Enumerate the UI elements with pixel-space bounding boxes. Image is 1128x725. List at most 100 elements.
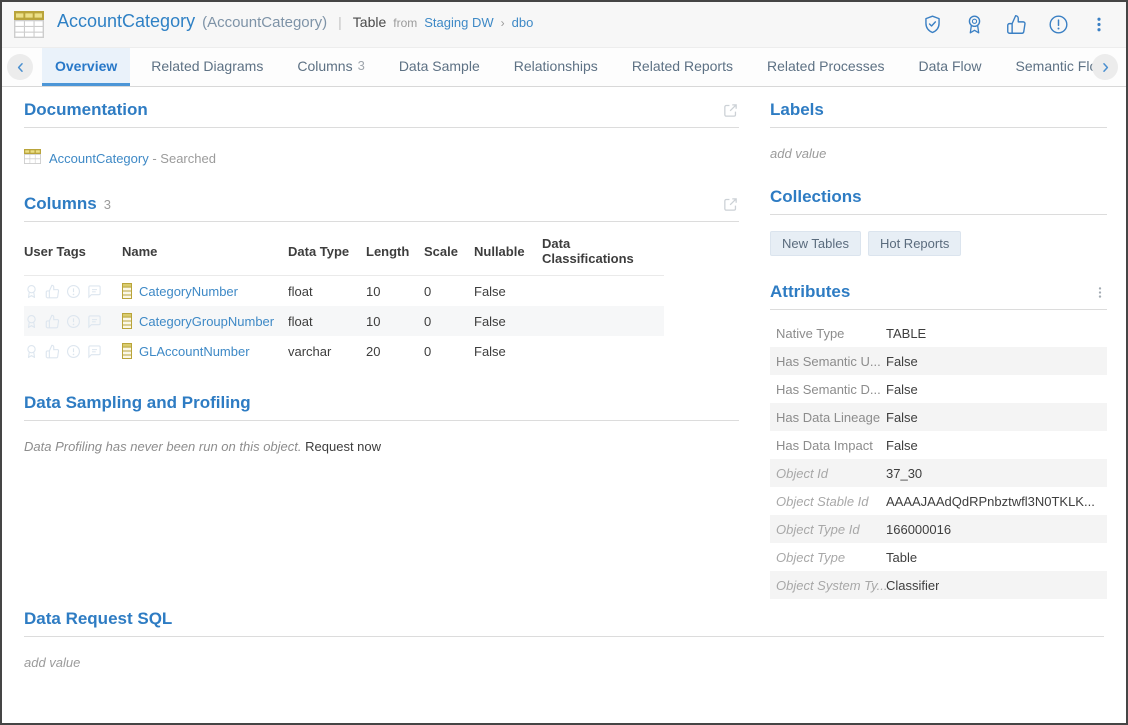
award-icon[interactable] xyxy=(962,12,987,37)
labels-add-value[interactable]: add value xyxy=(770,146,1107,161)
tab-label: Columns xyxy=(297,58,352,74)
alert-circle-icon[interactable] xyxy=(66,284,81,299)
attribute-row: Object Type Table xyxy=(770,543,1107,571)
cell-data-type: varchar xyxy=(288,344,366,359)
data-request-sql-section: Data Request SQL add value xyxy=(24,609,1104,670)
attribute-value: False xyxy=(886,438,918,453)
award-icon[interactable] xyxy=(24,314,39,329)
tab-label: Relationships xyxy=(514,58,598,74)
profiling-section: Data Sampling and Profiling Data Profili… xyxy=(24,393,739,454)
collection-chip-new-tables[interactable]: New Tables xyxy=(770,231,861,256)
documentation-item-suffix: - Searched xyxy=(152,151,216,166)
documentation-section: Documentation xyxy=(24,100,739,167)
kebab-menu-icon[interactable] xyxy=(1093,284,1107,301)
breadcrumb-separator: › xyxy=(501,16,505,30)
attribute-row: Object System Ty... Classifier xyxy=(770,571,1107,599)
column-header-scale: Scale xyxy=(424,244,474,259)
section-divider xyxy=(24,420,739,421)
object-header: AccountCategory (AccountCategory) | Tabl… xyxy=(2,2,1126,48)
collections-heading: Collections xyxy=(770,187,862,207)
attribute-label: Has Semantic U... xyxy=(776,354,886,369)
profiling-message: Data Profiling has never been run on thi… xyxy=(24,439,302,454)
tab-columns[interactable]: Columns3 xyxy=(284,48,377,86)
column-name-link[interactable]: GLAccountNumber xyxy=(139,344,250,359)
tab-data-sample[interactable]: Data Sample xyxy=(386,48,493,86)
labels-section: Labels add value xyxy=(770,100,1107,161)
overview-content: Documentation xyxy=(2,87,1126,670)
chevron-left-icon[interactable] xyxy=(7,54,33,80)
open-external-icon[interactable] xyxy=(722,196,739,213)
column-header-data-type: Data Type xyxy=(288,244,366,259)
column-icon xyxy=(122,283,132,299)
kebab-menu-icon[interactable] xyxy=(1088,12,1110,37)
award-icon[interactable] xyxy=(24,284,39,299)
attribute-row: Has Data Lineage False xyxy=(770,403,1107,431)
details-sidebar: Labels add value Collections New Tables … xyxy=(770,100,1107,599)
open-external-icon[interactable] xyxy=(722,102,739,119)
cell-scale: 0 xyxy=(424,284,474,299)
section-divider xyxy=(770,127,1107,128)
thumbs-up-icon[interactable] xyxy=(45,314,60,329)
chevron-right-icon[interactable] xyxy=(1092,54,1118,80)
columns-count-badge: 3 xyxy=(104,197,111,212)
row-actions xyxy=(24,284,122,299)
section-divider xyxy=(24,636,1104,637)
attribute-value: False xyxy=(886,354,918,369)
tab-overview[interactable]: Overview xyxy=(42,48,130,86)
attribute-label: Object System Ty... xyxy=(776,578,886,593)
columns-table: User Tags Name Data Type Length Scale Nu… xyxy=(24,225,664,366)
tab-label: Related Reports xyxy=(632,58,733,74)
sql-heading: Data Request SQL xyxy=(24,609,172,629)
collection-chip-hot-reports[interactable]: Hot Reports xyxy=(868,231,961,256)
table-row: CategoryNumber float 10 0 False xyxy=(24,276,664,306)
attribute-value: TABLE xyxy=(886,326,926,341)
attributes-heading: Attributes xyxy=(770,282,850,302)
attribute-label: Has Semantic D... xyxy=(776,382,886,397)
alert-circle-icon[interactable] xyxy=(66,344,81,359)
header-divider: | xyxy=(338,14,342,30)
attribute-value: 37_30 xyxy=(886,466,922,481)
thumbs-up-icon[interactable] xyxy=(45,344,60,359)
breadcrumb-dbo[interactable]: dbo xyxy=(512,15,534,30)
table-row: GLAccountNumber varchar 20 0 False xyxy=(24,336,664,366)
tab-label: Related Processes xyxy=(767,58,885,74)
award-icon[interactable] xyxy=(24,344,39,359)
alert-circle-icon[interactable] xyxy=(66,314,81,329)
sql-add-value[interactable]: add value xyxy=(24,655,1104,670)
comment-icon[interactable] xyxy=(87,344,102,359)
tab-label: Overview xyxy=(55,58,117,74)
attribute-value: False xyxy=(886,410,918,425)
column-name-link[interactable]: CategoryNumber xyxy=(139,284,238,299)
documentation-object-link[interactable]: AccountCategory xyxy=(49,151,149,166)
column-name-link[interactable]: CategoryGroupNumber xyxy=(139,314,274,329)
row-actions xyxy=(24,314,122,329)
shield-check-icon[interactable] xyxy=(920,12,945,37)
breadcrumb-staging-dw[interactable]: Staging DW xyxy=(424,15,493,30)
attribute-label: Native Type xyxy=(776,326,886,341)
tab-relationships[interactable]: Relationships xyxy=(501,48,611,86)
attribute-row: Has Semantic D... False xyxy=(770,375,1107,403)
thumbs-up-icon[interactable] xyxy=(1004,12,1029,37)
thumbs-up-icon[interactable] xyxy=(45,284,60,299)
cell-length: 10 xyxy=(366,314,424,329)
labels-heading: Labels xyxy=(770,100,824,120)
tab-related-reports[interactable]: Related Reports xyxy=(619,48,746,86)
attribute-row: Object Type Id 166000016 xyxy=(770,515,1107,543)
comment-icon[interactable] xyxy=(87,314,102,329)
request-now-link[interactable]: Request now xyxy=(305,439,381,454)
attribute-label: Object Stable Id xyxy=(776,494,886,509)
documentation-item: AccountCategory - Searched xyxy=(24,149,739,167)
tab-data-flow[interactable]: Data Flow xyxy=(906,48,995,86)
attribute-row: Object Id 37_30 xyxy=(770,459,1107,487)
alert-circle-icon[interactable] xyxy=(1046,12,1071,37)
attribute-label: Object Type xyxy=(776,550,886,565)
column-icon xyxy=(122,343,132,359)
comment-icon[interactable] xyxy=(87,284,102,299)
tab-related-processes[interactable]: Related Processes xyxy=(754,48,898,86)
column-header-user-tags: User Tags xyxy=(24,244,122,259)
row-actions xyxy=(24,344,122,359)
section-divider xyxy=(770,309,1107,310)
attribute-value: Table xyxy=(886,550,917,565)
tab-related-diagrams[interactable]: Related Diagrams xyxy=(138,48,276,86)
column-icon xyxy=(122,313,132,329)
